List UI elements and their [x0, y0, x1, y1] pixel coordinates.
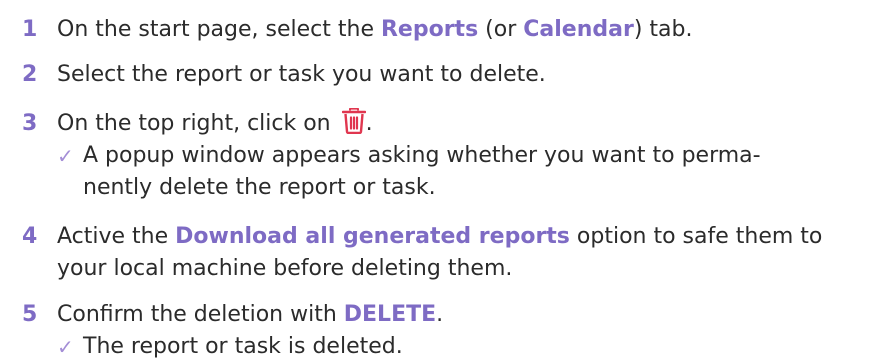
step-number: 5 [22, 302, 38, 327]
result-line-1: A popup window appears asking whether yo… [83, 143, 761, 168]
step-text-mid: (or [478, 17, 524, 42]
step-text-post: option to safe them to [569, 224, 823, 249]
trash-icon [341, 107, 366, 144]
step-number: 3 [22, 111, 38, 136]
step-text: Active the Download all generated report… [57, 221, 822, 285]
step-number: 1 [22, 17, 38, 42]
step-number: 2 [22, 62, 38, 87]
reports-tab-label: Reports [380, 17, 479, 42]
step-text-pre: On the top right, click on [57, 111, 338, 136]
step-text-post: . [365, 111, 373, 136]
step-text: Select the report or task you want to de… [57, 62, 546, 87]
download-all-reports-option-label: Download all generated reports [175, 224, 570, 249]
step-number: 4 [22, 224, 38, 249]
checkmark-icon: ✓ [57, 144, 74, 168]
step-text: On the top right, click on . ✓ A popup w… [57, 107, 761, 204]
checkmark-icon: ✓ [57, 335, 74, 359]
result-line-2: nently delete the report or task. [83, 175, 436, 200]
step-text-pre: Active the [57, 224, 176, 249]
step-result: ✓ A popup window appears asking whether … [57, 140, 761, 204]
step-text: On the start page, select the Reports (o… [57, 14, 692, 46]
step-text-line-2: your local machine before deleting them. [57, 256, 513, 281]
step-text-post: . [436, 302, 444, 327]
step-result: ✓ The report or task is deleted. [57, 331, 443, 363]
instruction-steps: 1 On the start page, select the Reports … [0, 0, 886, 363]
delete-button-label: DELETE [343, 302, 437, 327]
step-text-pre: On the start page, select the [57, 17, 381, 42]
step-text-post: ) tab. [633, 17, 693, 42]
result-line-1: The report or task is deleted. [83, 334, 403, 359]
calendar-tab-label: Calendar [523, 17, 634, 42]
step-text: Confirm the deletion with DELETE. ✓ The … [57, 299, 443, 363]
step-text-pre: Confirm the deletion with [57, 302, 344, 327]
